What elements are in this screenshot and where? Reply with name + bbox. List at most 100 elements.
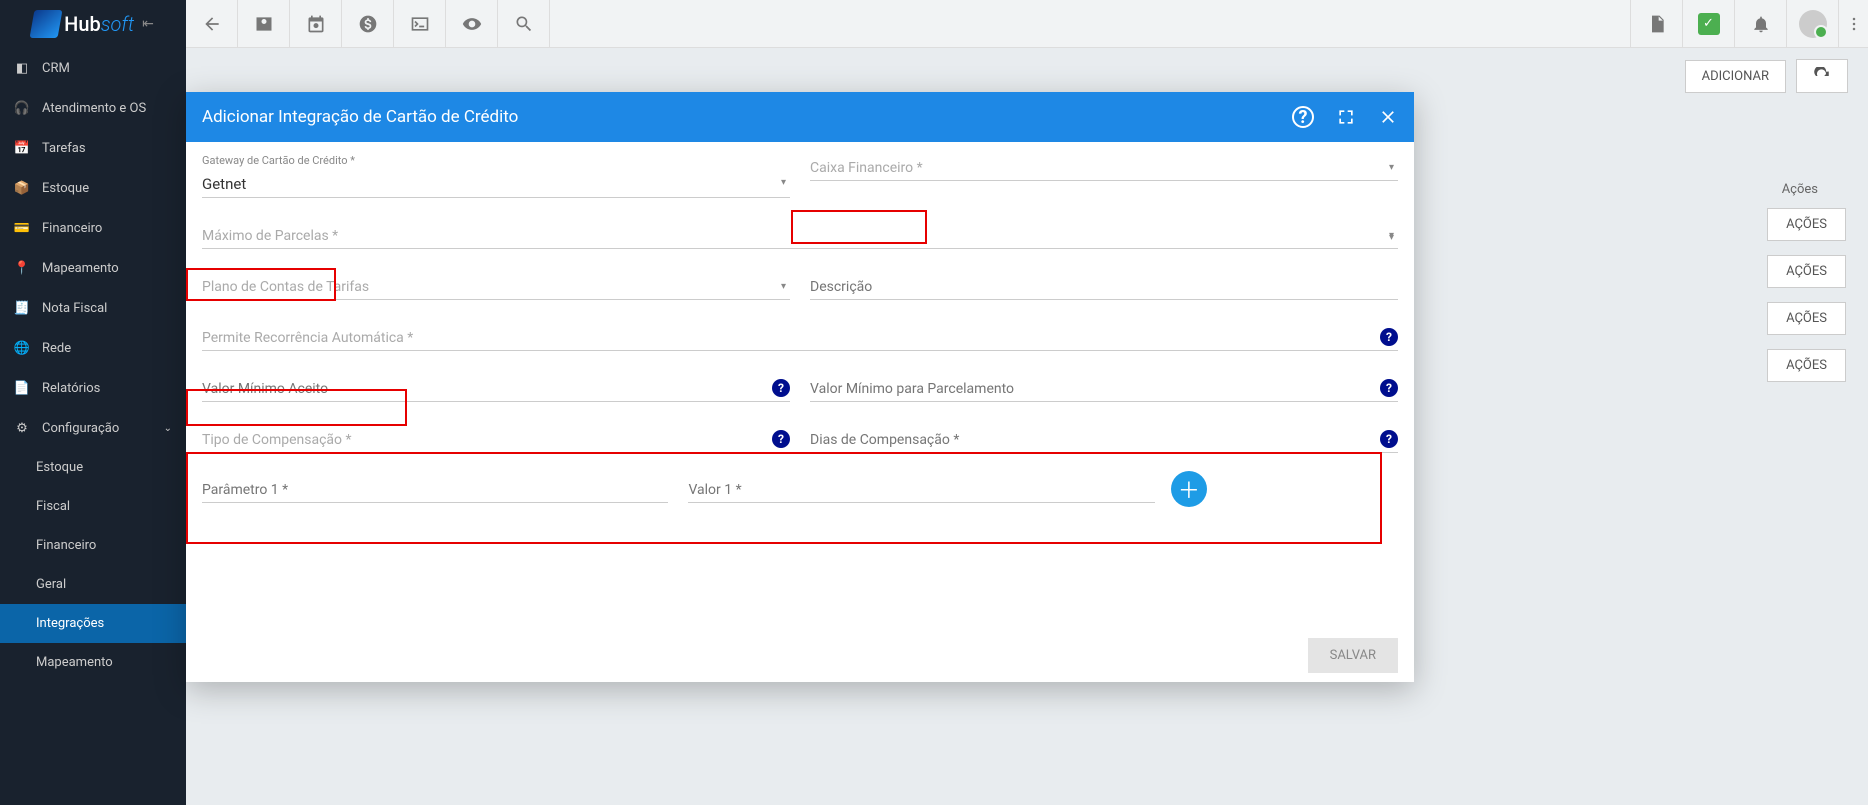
valor-min-field[interactable]: ? <box>202 375 790 402</box>
sidebar-item-notafiscal[interactable]: 🧾Nota Fiscal <box>0 288 186 328</box>
sidebar-item-financeiro[interactable]: 💳Financeiro <box>0 208 186 248</box>
param1-field[interactable] <box>202 476 668 503</box>
sidebar-sub-geral[interactable]: Geral <box>0 565 186 604</box>
sidebar-item-label: Fiscal <box>36 499 70 514</box>
descricao-input[interactable] <box>810 273 1398 300</box>
tipo-comp-field[interactable]: Tipo de Compensação * ? <box>202 426 790 453</box>
bell-icon[interactable] <box>1734 0 1786 48</box>
fullscreen-icon[interactable] <box>1336 107 1356 127</box>
topbar-left-icons <box>186 0 550 48</box>
plano-contas-field[interactable]: Plano de Contas de Tarifas <box>202 273 790 300</box>
valor-min-parc-input[interactable] <box>810 375 1398 402</box>
sidebar-item-relatorios[interactable]: 📄Relatórios <box>0 368 186 408</box>
logo-brand: Hub <box>64 12 101 36</box>
terminal-icon[interactable] <box>394 0 446 48</box>
sidebar-item-estoque[interactable]: 📦Estoque <box>0 168 186 208</box>
sidebar-sub-financeiro[interactable]: Financeiro <box>0 526 186 565</box>
acoes-button[interactable]: AÇÕES <box>1767 208 1846 241</box>
dias-comp-input[interactable] <box>810 426 1398 453</box>
logo-brand2: soft <box>101 12 134 36</box>
valor-min-input[interactable] <box>202 375 790 402</box>
sidebar-item-label: Financeiro <box>42 221 102 236</box>
calendar-icon[interactable] <box>290 0 342 48</box>
modal-title: Adicionar Integração de Cartão de Crédit… <box>202 107 518 127</box>
search-icon[interactable] <box>498 0 550 48</box>
valor1-field[interactable] <box>688 476 1154 503</box>
caixa-financeiro-field[interactable]: Caixa Financeiro * <box>810 154 1398 198</box>
actions-column-header: Ações <box>1782 182 1818 197</box>
close-icon[interactable] <box>1378 107 1398 127</box>
recorrencia-field[interactable]: Permite Recorrência Automática * ? <box>202 324 1398 351</box>
sidebar-item-label: Configuração <box>42 421 119 436</box>
caixa-placeholder[interactable]: Caixa Financeiro * <box>810 154 1398 181</box>
sidebar-item-label: Financeiro <box>36 538 96 553</box>
logo-icon <box>30 10 63 38</box>
help-icon[interactable]: ? <box>772 430 790 448</box>
topbar-right-icons: ✓ <box>1630 0 1868 48</box>
actions-column: AÇÕES AÇÕES AÇÕES AÇÕES <box>1767 208 1846 382</box>
sidebar-sub-estoque[interactable]: Estoque <box>0 448 186 487</box>
gateway-value[interactable]: Getnet ▾ <box>202 169 790 198</box>
gateway-field[interactable]: Gateway de Cartão de Crédito * Getnet ▾ <box>202 154 790 198</box>
help-icon[interactable]: ? <box>1380 328 1398 346</box>
dias-comp-field[interactable]: ? <box>810 426 1398 453</box>
sidebar-sub-mapeamento[interactable]: Mapeamento <box>0 643 186 682</box>
sidebar-sub-integracoes[interactable]: Integrações <box>0 604 186 643</box>
acoes-button[interactable]: AÇÕES <box>1767 349 1846 382</box>
recorrencia-placeholder[interactable]: Permite Recorrência Automática * <box>202 324 1398 351</box>
sidebar-item-crm[interactable]: ◧CRM <box>0 48 186 88</box>
money-icon[interactable] <box>342 0 394 48</box>
valor1-input[interactable] <box>688 476 1154 503</box>
logo[interactable]: Hubsoft ⇤ <box>0 0 186 48</box>
sidebar-item-label: Relatórios <box>42 381 100 396</box>
sidebar-sub-fiscal[interactable]: Fiscal <box>0 487 186 526</box>
help-icon[interactable]: ? <box>772 379 790 397</box>
dropdown-arrow-icon: ▾ <box>781 177 786 188</box>
adicionar-button[interactable]: ADICIONAR <box>1685 60 1786 93</box>
help-icon[interactable]: ? <box>1292 106 1314 128</box>
sidebar-item-atendimento[interactable]: 🎧Atendimento e OS <box>0 88 186 128</box>
gateway-label: Gateway de Cartão de Crédito * <box>202 154 790 167</box>
dropdown-arrow-icon: ▾ <box>1389 232 1394 243</box>
sidebar-item-label: Integrações <box>36 616 104 631</box>
tasks-check-icon[interactable]: ✓ <box>1682 0 1734 48</box>
sidebar-item-label: Atendimento e OS <box>42 101 146 116</box>
pdf-icon[interactable] <box>1630 0 1682 48</box>
logo-text: Hubsoft <box>64 12 134 36</box>
gateway-value-text: Getnet <box>202 175 246 193</box>
avatar[interactable] <box>1786 0 1838 48</box>
valor-min-parc-field[interactable]: ? <box>810 375 1398 402</box>
sidebar-item-mapeamento[interactable]: 📍Mapeamento <box>0 248 186 288</box>
sidebar-item-tarefas[interactable]: 📅Tarefas <box>0 128 186 168</box>
refresh-button[interactable] <box>1796 59 1848 93</box>
eye-icon[interactable] <box>446 0 498 48</box>
help-icon[interactable]: ? <box>1380 430 1398 448</box>
sidebar: ◧CRM 🎧Atendimento e OS 📅Tarefas 📦Estoque… <box>0 48 186 805</box>
tipo-comp-placeholder[interactable]: Tipo de Compensação * <box>202 426 790 453</box>
plano-placeholder[interactable]: Plano de Contas de Tarifas <box>202 273 790 300</box>
modal-body: Gateway de Cartão de Crédito * Getnet ▾ … <box>186 142 1414 628</box>
max-parcelas-field[interactable]: Máximo de Parcelas * ▾ <box>202 222 1398 249</box>
modal-add-integration: Adicionar Integração de Cartão de Crédit… <box>186 92 1414 682</box>
acoes-button[interactable]: AÇÕES <box>1767 302 1846 335</box>
topbar: Hubsoft ⇤ ✓ <box>0 0 1868 48</box>
sidebar-item-configuracao[interactable]: ⚙Configuração⌄ <box>0 408 186 448</box>
chevron-down-icon: ⌄ <box>164 423 172 434</box>
sidebar-item-label: Geral <box>36 577 66 592</box>
sidebar-item-label: Mapeamento <box>42 261 119 276</box>
collapse-icon[interactable]: ⇤ <box>142 16 154 32</box>
descricao-field[interactable] <box>810 273 1398 300</box>
acoes-button[interactable]: AÇÕES <box>1767 255 1846 288</box>
modal-footer: SALVAR <box>186 628 1414 682</box>
save-button[interactable]: SALVAR <box>1308 638 1398 673</box>
modal-header: Adicionar Integração de Cartão de Crédit… <box>186 92 1414 142</box>
add-param-button[interactable]: ＋ <box>1171 471 1207 507</box>
sidebar-item-rede[interactable]: 🌐Rede <box>0 328 186 368</box>
help-icon[interactable]: ? <box>1380 379 1398 397</box>
sidebar-item-label: Tarefas <box>42 141 86 156</box>
max-parcelas-placeholder[interactable]: Máximo de Parcelas * <box>202 222 1398 249</box>
contact-icon[interactable] <box>238 0 290 48</box>
back-icon[interactable] <box>186 0 238 48</box>
param1-input[interactable] <box>202 476 668 503</box>
menu-icon[interactable] <box>1838 0 1868 48</box>
